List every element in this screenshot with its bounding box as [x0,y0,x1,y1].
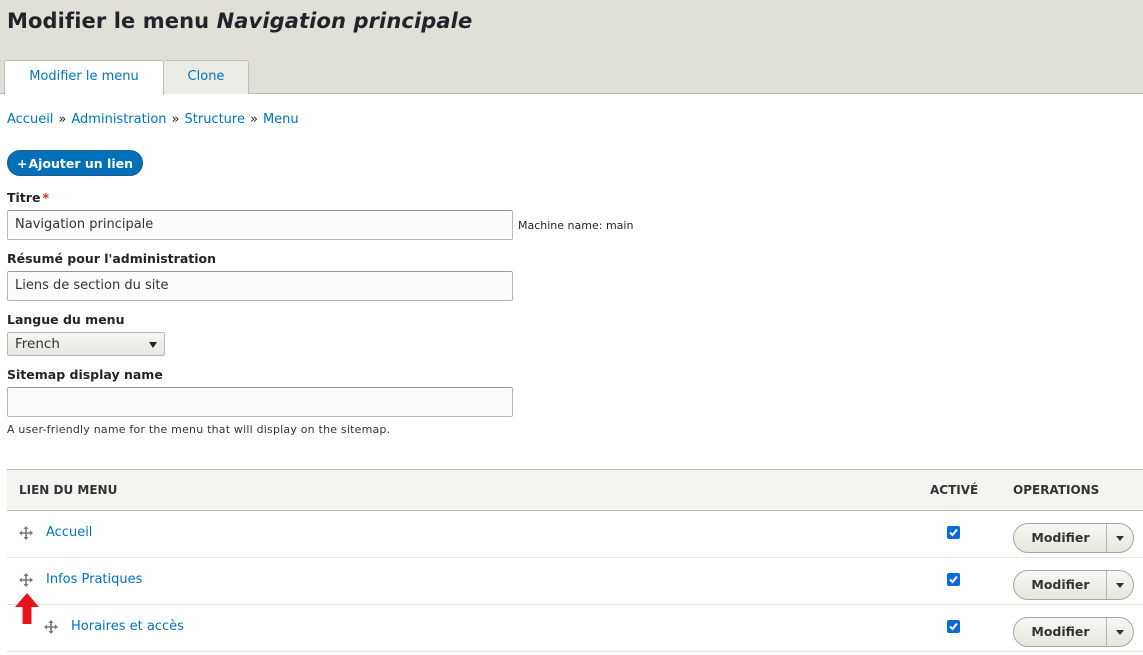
red-arrow-up-icon [15,593,39,624]
table-header: LIEN DU MENU ACTIVÉ OPERATIONS [7,469,1143,511]
chevron-down-icon [1116,536,1124,541]
table-row: Horaires et accès Modifier [7,605,1143,652]
operations-dropbutton: Modifier [1013,570,1134,600]
menu-link-infos-pratiques[interactable]: Infos Pratiques [46,572,142,587]
plus-icon: + [17,156,28,171]
edit-button[interactable]: Modifier [1014,524,1107,552]
page-title: Modifier le menu Navigation principale [7,9,473,33]
breadcrumb-menu[interactable]: Menu [263,112,299,127]
enabled-checkbox[interactable] [947,620,960,633]
language-label: Langue du menu [7,312,125,327]
summary-input[interactable]: Liens de section du site [7,271,513,301]
menu-links-table: LIEN DU MENU ACTIVÉ OPERATIONS Accueil M… [7,469,1143,652]
edit-button[interactable]: Modifier [1014,618,1107,646]
drag-handle-icon[interactable] [18,572,34,588]
dropbutton-toggle[interactable] [1106,618,1133,646]
edit-button[interactable]: Modifier [1014,571,1107,599]
breadcrumb-separator: » [58,112,67,127]
add-link-label: Ajouter un lien [28,156,133,171]
table-row: Infos Pratiques Modifier [7,558,1143,605]
breadcrumb-administration[interactable]: Administration [71,112,166,127]
add-link-button[interactable]: +Ajouter un lien [7,150,143,176]
breadcrumb-separator: » [171,112,180,127]
enabled-checkbox[interactable] [947,526,960,539]
machine-name: Machine name: main [518,219,634,232]
summary-label: Résumé pour l'administration [7,251,216,266]
page-title-menu-name: Navigation principale [216,9,473,33]
header-operations: OPERATIONS [1013,483,1100,497]
breadcrumb-accueil[interactable]: Accueil [7,112,53,127]
chevron-down-icon [1116,583,1124,588]
language-select-value: French [15,336,60,352]
breadcrumb-structure[interactable]: Structure [185,112,245,127]
chevron-down-icon [1116,630,1124,635]
page-header: Modifier le menu Navigation principale M… [0,0,1143,95]
table-row: Accueil Modifier [7,511,1143,558]
breadcrumb: Accueil » Administration » Structure » Menu [7,112,299,127]
dropbutton-toggle[interactable] [1106,524,1133,552]
sitemap-description: A user-friendly name for the menu that w… [7,423,391,436]
chevron-down-icon [149,342,157,348]
drag-handle-icon[interactable] [43,619,59,635]
operations-dropbutton: Modifier [1013,617,1134,647]
breadcrumb-separator: » [249,112,258,127]
enabled-checkbox[interactable] [947,573,960,586]
title-input[interactable]: Navigation principale [7,210,513,240]
drag-handle-icon[interactable] [18,525,34,541]
menu-link-horaires-et-acces[interactable]: Horaires et accès [71,619,184,634]
sitemap-label: Sitemap display name [7,367,163,382]
header-menu-link: LIEN DU MENU [19,483,118,497]
tab-clone[interactable]: Clone [164,60,249,94]
language-select[interactable]: French [7,332,165,356]
header-enabled: ACTIVÉ [930,483,979,497]
title-label: Titre * [7,190,49,205]
required-marker: * [42,190,49,205]
menu-link-accueil[interactable]: Accueil [46,525,92,540]
sitemap-name-input[interactable] [7,387,513,417]
dropbutton-toggle[interactable] [1106,571,1133,599]
operations-dropbutton: Modifier [1013,523,1134,553]
tab-modifier-le-menu[interactable]: Modifier le menu [4,60,164,95]
